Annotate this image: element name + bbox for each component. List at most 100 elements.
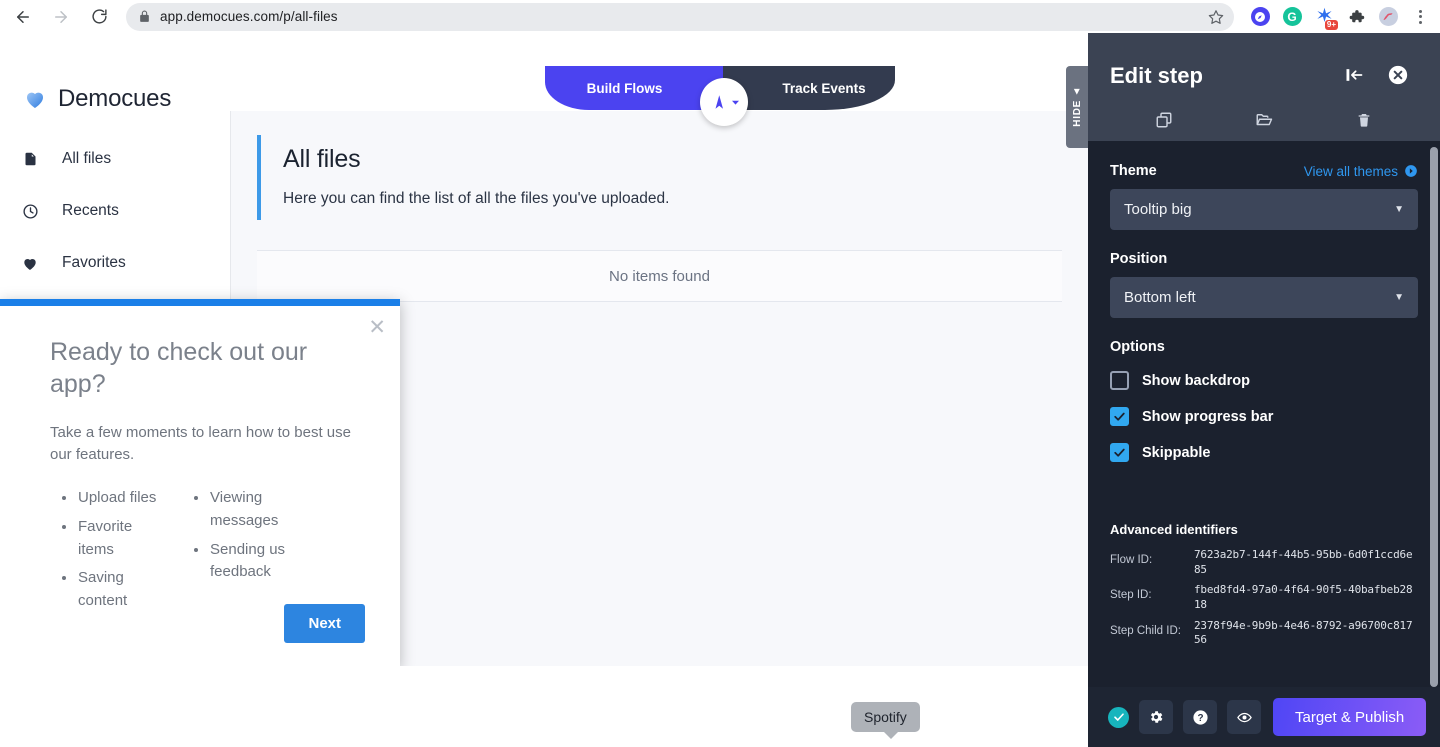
tooltip-list-right: Viewing messages Sending us feedback bbox=[194, 487, 304, 619]
tooltip-body: Take a few moments to learn how to best … bbox=[50, 423, 351, 464]
view-all-themes-link[interactable]: View all themes bbox=[1304, 164, 1418, 179]
position-select[interactable]: Bottom left ▼ bbox=[1110, 277, 1418, 318]
position-label: Position bbox=[1110, 251, 1168, 267]
file-icon bbox=[20, 150, 40, 168]
duplicate-step-button[interactable] bbox=[1141, 105, 1187, 135]
advanced-row-step-id: Step ID: fbed8fd4-97a0-4f64-90f5-40bafbe… bbox=[1110, 583, 1418, 612]
lock-icon bbox=[140, 10, 149, 22]
caret-down-icon: ▼ bbox=[1394, 204, 1404, 215]
step-child-id-label: Step Child ID: bbox=[1110, 624, 1181, 637]
element-tooltip-label: Spotify bbox=[864, 709, 907, 725]
list-item: Saving content bbox=[62, 567, 170, 613]
list-item: Viewing messages bbox=[194, 487, 304, 533]
tab-build-flows-label: Build Flows bbox=[586, 80, 663, 96]
sidebar-item-favorites[interactable]: Favorites bbox=[0, 237, 230, 289]
next-button[interactable]: Next bbox=[284, 604, 365, 643]
target-and-publish-button[interactable]: Target & Publish bbox=[1273, 698, 1427, 736]
empty-state: No items found bbox=[257, 250, 1062, 302]
tooltip-list-left: Upload files Favorite items Saving conte… bbox=[50, 487, 170, 619]
democues-launcher-button[interactable] bbox=[700, 78, 748, 126]
site-brand: Democues bbox=[22, 85, 171, 113]
option-label: Show backdrop bbox=[1142, 372, 1250, 389]
tooltip-progress-bar bbox=[0, 299, 400, 306]
help-button[interactable]: ? bbox=[1183, 700, 1217, 734]
panel-scrollbar[interactable] bbox=[1430, 147, 1438, 687]
empty-state-text: No items found bbox=[609, 267, 710, 285]
tooltip-feature-lists: Upload files Favorite items Saving conte… bbox=[50, 487, 368, 619]
theme-value: Tooltip big bbox=[1124, 201, 1192, 218]
option-skippable[interactable]: Skippable bbox=[1110, 443, 1418, 462]
kebab-menu-icon bbox=[1418, 9, 1422, 24]
url-text: app.democues.com/p/all-files bbox=[160, 9, 338, 24]
browser-menu-button[interactable] bbox=[1406, 3, 1434, 31]
view-all-themes-label: View all themes bbox=[1303, 163, 1398, 179]
element-tooltip: Spotify bbox=[851, 702, 920, 739]
tab-track-events-label: Track Events bbox=[782, 80, 866, 96]
gear-icon bbox=[1150, 711, 1163, 723]
advanced-row-flow-id: Flow ID: 7623a2b7-144f-44b5-95bb-6d0f1cc… bbox=[1110, 548, 1418, 577]
position-value: Bottom left bbox=[1124, 289, 1196, 306]
option-label: Show progress bar bbox=[1142, 408, 1274, 425]
grammarly-extension-icon[interactable]: G bbox=[1278, 3, 1306, 31]
page-intro: All files Here you can find the list of … bbox=[257, 135, 1062, 220]
heart-icon bbox=[20, 255, 40, 272]
page-title: All files bbox=[283, 145, 361, 173]
advanced-row-step-child-id: Step Child ID: 2378f94e-9b9b-4e46-8792-a… bbox=[1110, 619, 1418, 648]
hide-panel-tab[interactable]: ▶ HIDE bbox=[1066, 66, 1088, 148]
puzzle-extensions-icon[interactable] bbox=[1342, 3, 1370, 31]
delete-step-button[interactable] bbox=[1341, 105, 1387, 135]
settings-button[interactable] bbox=[1139, 700, 1173, 734]
flow-id-value: 7623a2b7-144f-44b5-95bb-6d0f1ccd6e85 bbox=[1194, 548, 1413, 576]
notifications-extension-icon[interactable]: 9+ bbox=[1310, 3, 1338, 31]
forward-button[interactable] bbox=[46, 2, 76, 32]
democues-mark-icon bbox=[715, 95, 723, 109]
panel-title: Edit step bbox=[1110, 63, 1203, 88]
caret-down-icon bbox=[731, 100, 739, 105]
close-panel-button[interactable] bbox=[1384, 61, 1412, 89]
website-preview: Democues Build Flows Track Events ▶ HIDE bbox=[0, 33, 1088, 666]
caret-down-icon: ▼ bbox=[1394, 292, 1404, 303]
sidebar-label: All files bbox=[62, 150, 112, 167]
sidebar-label: Favorites bbox=[62, 254, 126, 271]
collapse-panel-icon bbox=[1346, 69, 1363, 81]
page-subtitle: Here you can find the list of all the fi… bbox=[283, 190, 670, 207]
preview-button[interactable] bbox=[1227, 700, 1261, 734]
svg-text:?: ? bbox=[1197, 713, 1203, 724]
publish-label: Target & Publish bbox=[1295, 708, 1405, 726]
close-icon[interactable]: ✕ bbox=[368, 317, 386, 338]
sidebar-item-all-files[interactable]: All files bbox=[0, 133, 230, 185]
close-circle-icon bbox=[1388, 65, 1408, 85]
tab-track-events[interactable]: Track Events bbox=[723, 66, 895, 110]
profile-extension-icon[interactable] bbox=[1246, 3, 1274, 31]
question-circle-icon: ? bbox=[1192, 709, 1208, 725]
list-item: Favorite items bbox=[62, 516, 170, 562]
brand-name: Democues bbox=[58, 85, 172, 112]
theme-row: Theme View all themes bbox=[1110, 163, 1418, 179]
extensions-toolbar: G 9+ bbox=[1244, 3, 1440, 31]
trash-icon bbox=[1358, 114, 1370, 127]
address-bar[interactable]: app.democues.com/p/all-files bbox=[126, 2, 1234, 31]
star-icon[interactable] bbox=[1208, 9, 1224, 25]
list-item: Sending us feedback bbox=[194, 539, 304, 585]
sidebar-item-recents[interactable]: Recents bbox=[0, 185, 230, 237]
duplicate-icon bbox=[1156, 112, 1172, 128]
flow-id-label: Flow ID: bbox=[1110, 554, 1153, 566]
move-to-folder-button[interactable] bbox=[1241, 105, 1287, 135]
puzzle-piece-icon bbox=[1349, 10, 1364, 23]
option-show-progress-bar[interactable]: Show progress bar bbox=[1110, 407, 1418, 426]
bird-extension-icon[interactable] bbox=[1374, 3, 1402, 31]
panel-tool-row bbox=[1088, 105, 1440, 135]
reload-button[interactable] bbox=[84, 2, 114, 32]
browser-toolbar: app.democues.com/p/all-files G 9+ bbox=[0, 0, 1440, 33]
caret-icon: ▶ bbox=[1073, 88, 1080, 95]
theme-label: Theme bbox=[1110, 163, 1157, 179]
step-child-id-value: 2378f94e-9b9b-4e46-8792-a96700c81756 bbox=[1194, 618, 1413, 647]
option-label: Skippable bbox=[1142, 444, 1211, 461]
back-button[interactable] bbox=[8, 2, 38, 32]
options-label: Options bbox=[1110, 339, 1165, 355]
theme-select[interactable]: Tooltip big ▼ bbox=[1110, 189, 1418, 230]
collapse-panel-button[interactable] bbox=[1340, 61, 1368, 89]
option-show-backdrop[interactable]: Show backdrop bbox=[1110, 371, 1418, 390]
advanced-identifiers-title: Advanced identifiers bbox=[1110, 522, 1238, 537]
checkbox-checked-icon bbox=[1110, 407, 1129, 426]
